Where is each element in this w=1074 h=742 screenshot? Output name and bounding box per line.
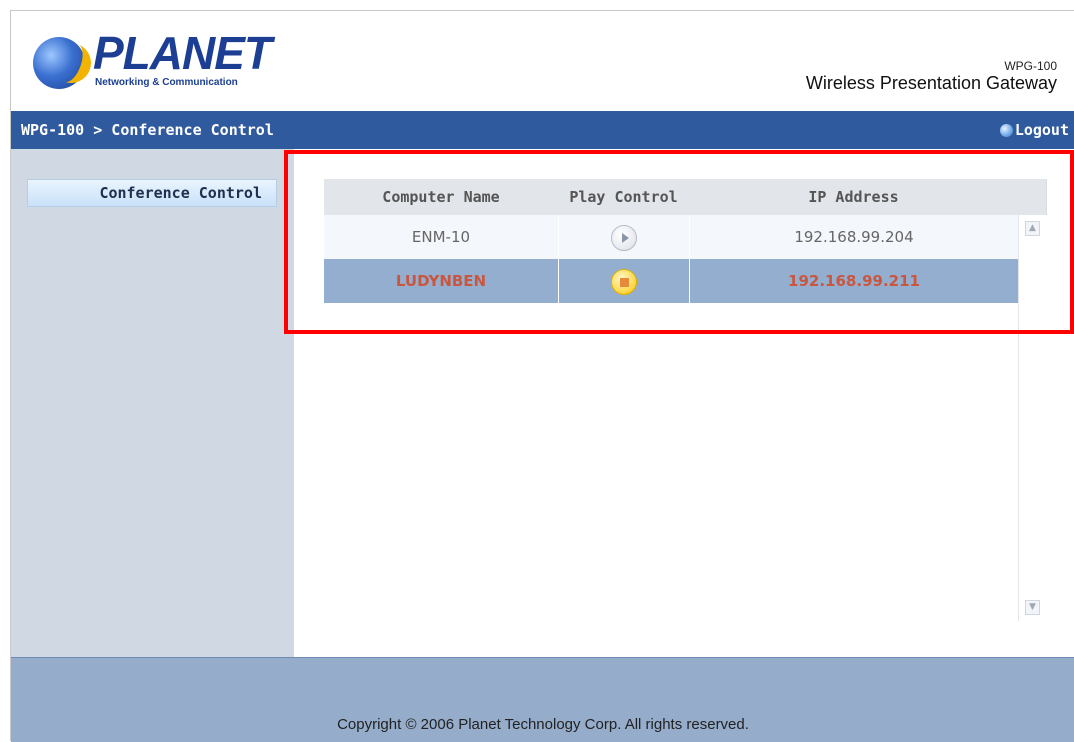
header: PLANET Networking & Communication WPG-10… [11,11,1074,111]
product-name: Wireless Presentation Gateway [805,73,1057,93]
logout-icon [999,123,1013,137]
copyright-text: Copyright © 2006 Planet Technology Corp.… [337,716,749,733]
sidebar-item-conference-control[interactable]: Conference Control [27,179,277,207]
highlight-box [284,150,1074,334]
footer: Copyright © 2006 Planet Technology Corp.… [11,657,1074,742]
product-model: WPG-100 [1004,59,1057,73]
logout-label: Logout [1014,121,1069,139]
nav-bar: WPG-100 > Conference Control Logout [11,111,1074,149]
logo-subtitle: Networking & Communication [95,77,238,88]
logo-wordmark: PLANET [93,27,272,79]
scroll-down-arrow-icon[interactable]: ▼ [1025,600,1040,615]
sidebar: Conference Control [11,149,294,657]
breadcrumb: WPG-100 > Conference Control [21,121,274,139]
logout-button[interactable]: Logout [999,121,1069,139]
planet-logo: PLANET Networking & Communication [33,29,272,93]
page-frame: PLANET Networking & Communication WPG-10… [10,10,1074,742]
